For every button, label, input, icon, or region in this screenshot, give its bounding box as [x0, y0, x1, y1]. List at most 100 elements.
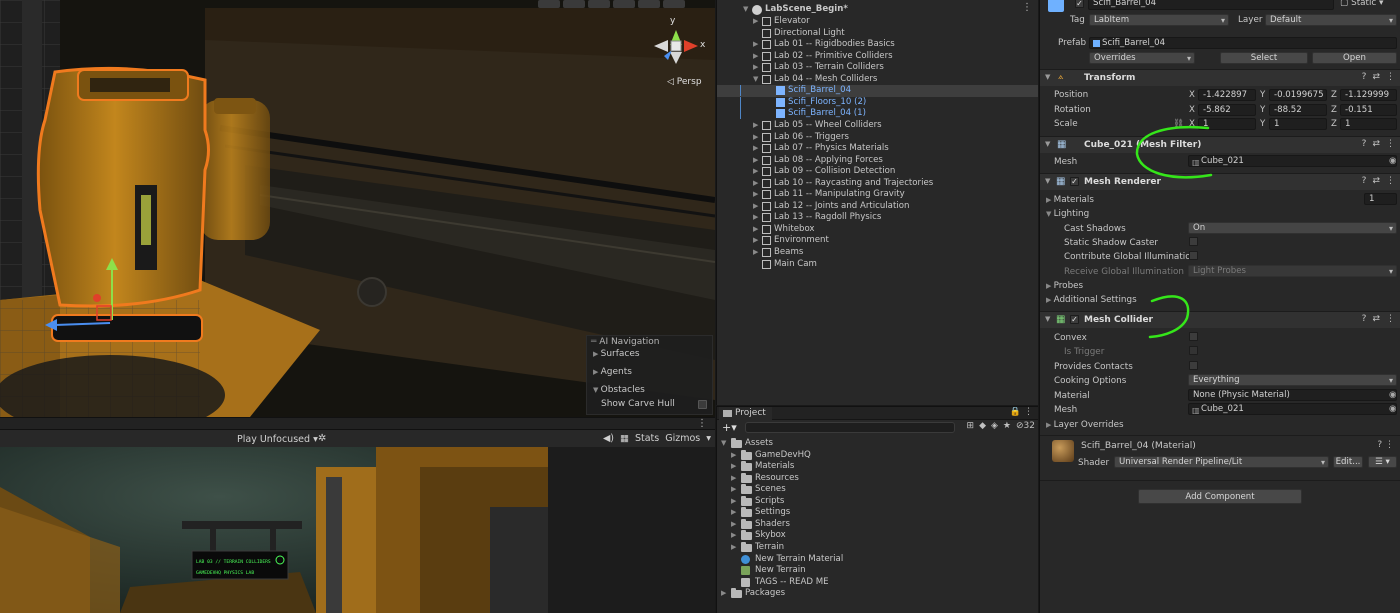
more-options-icon[interactable]: ⋮	[1385, 440, 1394, 450]
fold-arrow-icon[interactable]: ▶	[731, 519, 736, 531]
fold-arrow-icon[interactable]: ▼	[1045, 73, 1050, 81]
fold-arrow-icon[interactable]: ▶	[753, 62, 761, 74]
search-input[interactable]	[745, 422, 955, 433]
fold-arrow-icon[interactable]: ▼	[753, 74, 761, 86]
search-type-icon[interactable]: ⊞	[967, 421, 975, 431]
hierarchy-item[interactable]: ▶ Lab 08 -- Applying Forces	[717, 155, 1038, 167]
project-item[interactable]: ▶ Resources	[717, 472, 1038, 485]
fold-arrow-icon[interactable]: ▶	[753, 189, 761, 201]
position-y-field[interactable]: -0.0199675	[1269, 89, 1327, 101]
fold-arrow-icon[interactable]: ▶	[753, 178, 761, 190]
fold-arrow-icon[interactable]: ▶	[753, 201, 761, 213]
is-trigger-checkbox[interactable]	[1189, 346, 1198, 355]
add-asset-button[interactable]: +▾	[722, 421, 737, 434]
fold-arrow-icon[interactable]: ▶	[731, 461, 736, 473]
add-component-button[interactable]: Add Component	[1138, 489, 1302, 504]
fold-arrow-icon[interactable]: ▶	[753, 247, 761, 259]
project-item[interactable]: ▶ Scenes	[717, 484, 1038, 496]
toolbar-button[interactable]	[563, 0, 585, 8]
hierarchy-item[interactable]: Main Cam	[717, 259, 1038, 271]
rotation-x-field[interactable]: -5.862	[1198, 104, 1256, 116]
object-picker-icon[interactable]: ◉	[1389, 156, 1397, 166]
receive-gi-dropdown[interactable]: Light Probes	[1188, 265, 1397, 277]
project-item[interactable]: TAGS -- READ ME	[717, 577, 1038, 589]
fold-arrow-icon[interactable]: ▶	[731, 450, 736, 462]
tag-icon[interactable]: ◈	[991, 421, 998, 431]
play-mode-dropdown[interactable]: Play Unfocused ▾	[237, 434, 318, 445]
mesh-field[interactable]: ▥ Cube_021	[1188, 155, 1397, 167]
mesh-renderer-header[interactable]: ▼ ▦ ✓ Mesh Renderer ? ⇄ ⋮	[1040, 173, 1400, 190]
fold-arrow-icon[interactable]: ▶	[753, 166, 761, 178]
fold-arrow-icon[interactable]: ▶	[753, 143, 761, 155]
scale-z-field[interactable]: 1	[1340, 118, 1397, 130]
tab-project[interactable]: Project	[719, 407, 772, 420]
fold-arrow-icon[interactable]: ▶	[753, 224, 761, 236]
ai-nav-obstacles[interactable]: ▼ Obstacles	[593, 385, 645, 395]
open-button[interactable]: Open	[1312, 52, 1397, 64]
audio-icon[interactable]: ◀)	[603, 433, 614, 444]
more-options-icon[interactable]: ⋮	[1386, 176, 1395, 186]
layer-dropdown[interactable]: Default	[1265, 14, 1397, 26]
position-z-field[interactable]: -1.129999	[1340, 89, 1397, 101]
toolbar-button[interactable]	[588, 0, 610, 8]
fold-arrow-icon[interactable]: ▶	[721, 588, 726, 600]
scene-toolbar[interactable]	[538, 0, 685, 8]
fold-arrow-icon[interactable]: ▶	[753, 155, 761, 167]
tag-dropdown[interactable]: LabItem	[1089, 14, 1229, 26]
edit-shader-button[interactable]: Edit...	[1333, 456, 1363, 468]
fold-arrow-icon[interactable]: ▶	[731, 473, 736, 485]
game-view[interactable]: LAB 03 // TERRAIN COLLIDERS GAMEDEVHQ PH…	[0, 447, 715, 613]
star-icon[interactable]: ★	[1003, 421, 1011, 431]
project-item[interactable]: ▶ Packages	[717, 588, 1038, 600]
fold-arrow-icon[interactable]: ▶	[753, 132, 761, 144]
fold-arrow-icon[interactable]: ▶	[731, 496, 736, 508]
help-icon[interactable]: ?	[1377, 440, 1382, 450]
stats-button[interactable]: Stats	[635, 433, 659, 444]
overrides-dropdown[interactable]: Overrides	[1089, 52, 1195, 64]
toolbar-button[interactable]	[613, 0, 635, 8]
link-icon[interactable]: ⛓	[1173, 119, 1184, 129]
project-item[interactable]: New Terrain Material	[717, 554, 1038, 566]
project-item[interactable]: ▼ Assets	[717, 438, 1038, 450]
mesh-collider-enabled-checkbox[interactable]: ✓	[1070, 315, 1079, 324]
fold-arrow-icon[interactable]: ▶	[753, 51, 761, 63]
fold-arrow-icon[interactable]: ▼	[721, 438, 726, 450]
scale-x-field[interactable]: 1	[1198, 118, 1256, 130]
active-checkbox[interactable]: ✓	[1075, 0, 1084, 8]
cast-shadows-dropdown[interactable]: On	[1188, 222, 1397, 234]
position-x-field[interactable]: -1.422897	[1198, 89, 1256, 101]
additional-settings-foldout[interactable]: ▶ Additional Settings	[1046, 295, 1137, 305]
project-item[interactable]: ▶ Shaders	[717, 518, 1038, 531]
shader-list-button[interactable]: ☰ ▾	[1368, 456, 1397, 468]
object-picker-icon[interactable]: ◉	[1389, 404, 1397, 414]
fold-arrow-icon[interactable]: ▶	[753, 235, 761, 247]
hierarchy-item[interactable]: Scifi_Barrel_04 (1)	[717, 108, 1038, 120]
hierarchy-item[interactable]: ▼ Lab 04 -- Mesh Colliders	[717, 74, 1038, 86]
contribute-gi-checkbox[interactable]	[1189, 251, 1198, 260]
fold-arrow-icon[interactable]: ▶	[753, 120, 761, 132]
prefab-field[interactable]: Scifi_Barrel_04	[1089, 37, 1397, 49]
hierarchy-item[interactable]: ▶ Lab 01 -- Rigidbodies Basics	[717, 39, 1038, 51]
fold-arrow-icon[interactable]: ▼	[1045, 140, 1050, 148]
shader-dropdown[interactable]: Universal Render Pipeline/Lit	[1114, 456, 1329, 468]
mesh-filter-header[interactable]: ▼ ▦ Cube_021 (Mesh Filter) ? ⇄ ⋮	[1040, 136, 1400, 153]
hierarchy-item[interactable]: ▶ Whitebox	[717, 224, 1038, 236]
hierarchy-item[interactable]: ▶ Lab 13 -- Ragdoll Physics	[717, 212, 1038, 224]
scene-root[interactable]: ▼ LabScene_Begin*	[717, 4, 1038, 16]
cooking-options-dropdown[interactable]: Everything	[1188, 374, 1397, 386]
transform-header[interactable]: ▼ ⟑ Transform ? ⇄ ⋮	[1040, 69, 1400, 86]
label-filter-icon[interactable]: ◆	[979, 421, 986, 431]
scene-view[interactable]: y x ◁ Persp ═ AI Navigation ▶ Surfaces ▶…	[0, 0, 715, 417]
fold-arrow-icon[interactable]: ▶	[753, 212, 761, 224]
toolbar-button[interactable]	[663, 0, 685, 8]
materials-foldout[interactable]: ▶ Materials	[1046, 195, 1094, 205]
hierarchy-item[interactable]: ▶ Lab 03 -- Terrain Colliders	[717, 62, 1038, 74]
hierarchy-item[interactable]: ▶ Environment	[717, 235, 1038, 247]
hierarchy-item[interactable]: Scifi_Barrel_04	[717, 85, 1038, 97]
hierarchy-item[interactable]: ▶ Lab 09 -- Collision Detection	[717, 166, 1038, 178]
hierarchy-item[interactable]: ▶ Lab 06 -- Triggers	[717, 132, 1038, 144]
static-checkbox[interactable]: ▢ Static ▾	[1340, 0, 1383, 8]
rotation-y-field[interactable]: -88.52	[1269, 104, 1327, 116]
provides-contacts-checkbox[interactable]	[1189, 361, 1198, 370]
projection-toggle[interactable]: ◁ Persp	[667, 77, 702, 87]
